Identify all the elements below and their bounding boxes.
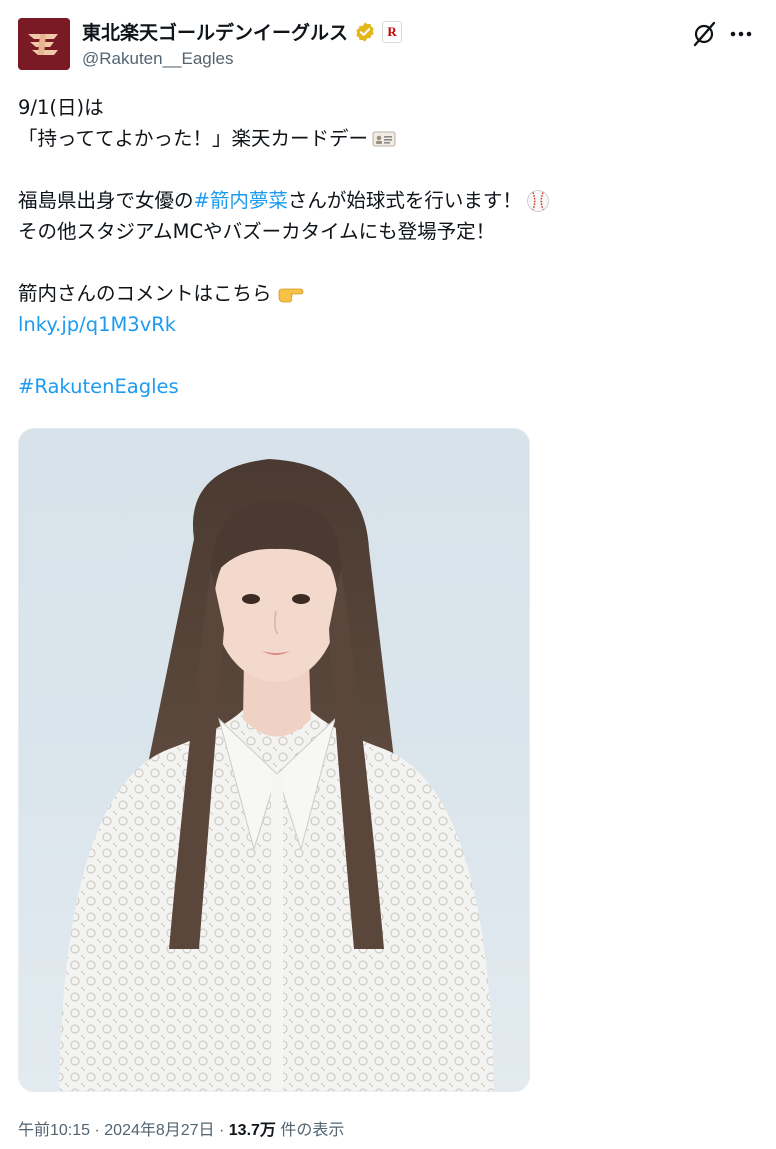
grok-icon[interactable] [690,20,718,48]
display-name-row[interactable]: 東北楽天ゴールデンイーグルス R [82,18,403,45]
display-name[interactable]: 東北楽天ゴールデンイーグルス [82,18,348,45]
hashtag-link-rakuteneagles[interactable]: #RakutenEagles [18,371,179,402]
post-line: #RakutenEagles [18,371,758,402]
post-line: その他スタジアムMCやバズーカタイムにも登場予定！ [18,220,496,243]
post-line: 9/1(日)は [18,96,104,119]
post-line: lnky.jp/q1M3vRk [18,309,758,340]
more-options-icon[interactable] [726,20,756,48]
account-handle[interactable]: @Rakuten__Eagles [82,49,233,69]
post-line-text: 「持っててよかった！」楽天カードデー [18,127,369,150]
hashtag-link-yanai[interactable]: #箭内夢菜 [194,185,288,216]
post-meta: 午前10:15 · 2024年8月27日 · 13.7万 件の表示 [18,1116,344,1140]
verified-badge-icon [356,21,374,42]
affiliate-badge[interactable]: R [382,20,403,43]
external-link[interactable]: lnky.jp/q1M3vRk [18,309,176,340]
post-photo[interactable] [18,428,530,1092]
pointing-right-emoji [278,288,303,302]
baseball-emoji [526,189,549,212]
meta-separator: · [90,1122,105,1139]
portrait-photo [59,459,494,1091]
post-line: 箭内さんのコメントはこちら [18,278,758,309]
post-line-text: さんが始球式を行います！ [287,189,522,212]
eagles-logo-icon [18,18,70,70]
post-line: 福島県出身で女優の #箭内夢菜 さんが始球式を行います！ [18,185,758,216]
post-text: 9/1(日)は 「持っててよかった！」楽天カードデー 福島県出身で女優の #箭内… [18,92,758,402]
post-time[interactable]: 午前10:15 [18,1122,90,1139]
post-line: 「持っててよかった！」楽天カードデー [18,123,758,154]
post-card: 東北楽天ゴールデンイーグルス R @Rakuten__Eagles 9/1(日)… [0,0,776,1149]
post-date[interactable]: 2024年8月27日 [104,1122,214,1139]
post-line-text: 福島県出身で女優の [18,189,194,212]
post-line-text: 箭内さんのコメントはこちら [18,282,272,305]
meta-separator: · [214,1122,229,1139]
view-count-label: 件の表示 [275,1122,345,1139]
id-card-emoji [372,131,396,146]
view-count: 13.7万 [228,1122,276,1139]
account-avatar[interactable] [18,18,70,70]
